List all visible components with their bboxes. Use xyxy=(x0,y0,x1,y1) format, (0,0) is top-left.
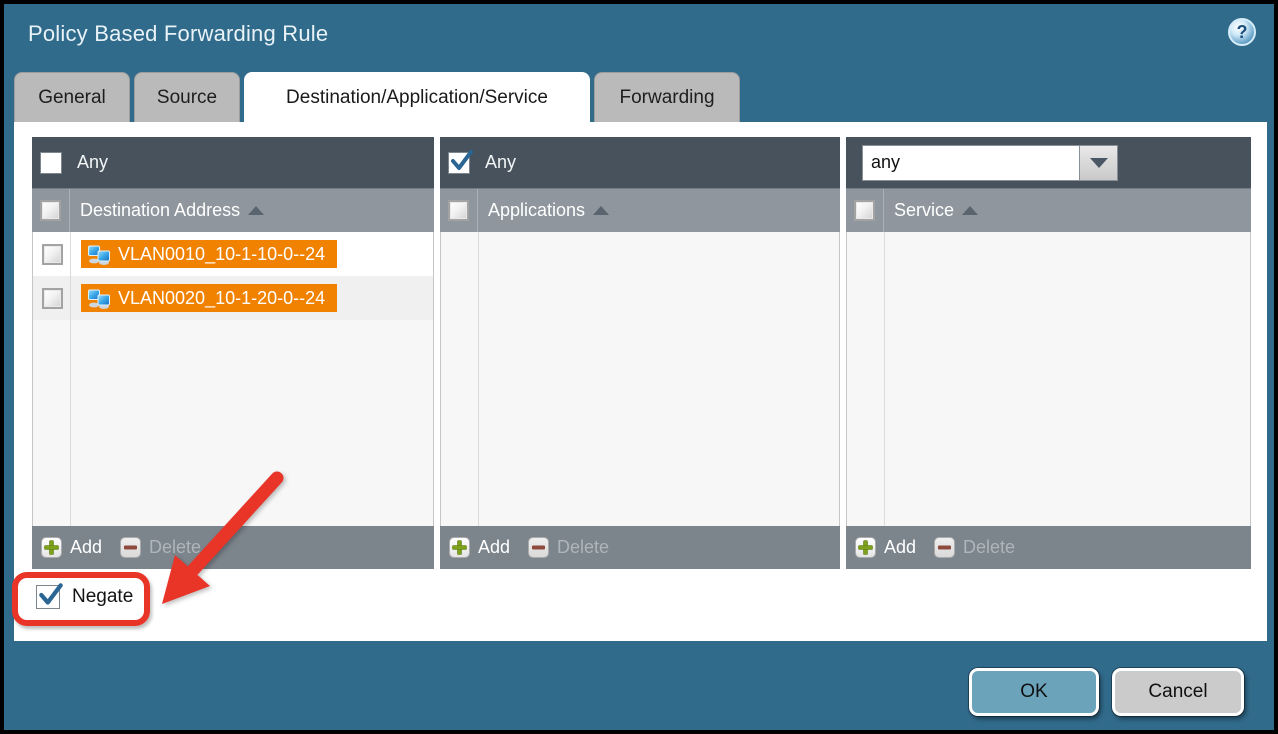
destination-list: VLAN0010_10-1-10-0--24 VLAN0020_10-1-20-… xyxy=(32,232,434,526)
dialog-title: Policy Based Forwarding Rule xyxy=(28,21,328,47)
network-address-icon xyxy=(87,287,111,309)
service-list xyxy=(846,232,1251,526)
service-panel: any Service Add xyxy=(846,137,1251,569)
applications-column-header: Applications xyxy=(440,188,840,232)
destination-any-header: Any xyxy=(32,137,434,188)
delete-minus-icon xyxy=(528,537,549,558)
tab-general[interactable]: General xyxy=(14,72,130,122)
destination-select-all-checkbox[interactable] xyxy=(40,200,61,221)
tab-forwarding[interactable]: Forwarding xyxy=(594,72,740,122)
tab-destination-application-service[interactable]: Destination/Application/Service xyxy=(244,72,590,122)
tab-bar: General Source Destination/Application/S… xyxy=(14,72,740,122)
screenshot-frame: Policy Based Forwarding Rule ? General S… xyxy=(0,0,1278,734)
checkmark-icon xyxy=(448,147,476,175)
destination-any-checkbox[interactable] xyxy=(40,152,62,174)
ok-button[interactable]: OK xyxy=(969,668,1099,716)
sort-ascending-icon xyxy=(248,206,264,215)
chevron-down-icon xyxy=(1090,158,1108,168)
sort-ascending-icon xyxy=(593,206,609,215)
applications-column-label[interactable]: Applications xyxy=(488,200,609,221)
applications-any-label: Any xyxy=(485,152,516,173)
network-address-icon xyxy=(87,243,111,265)
delete-button[interactable]: Delete xyxy=(934,537,1015,558)
add-button[interactable]: Add xyxy=(41,537,102,558)
table-row[interactable]: VLAN0020_10-1-20-0--24 xyxy=(33,276,433,320)
destination-footer: Add Delete xyxy=(32,526,434,569)
delete-button[interactable]: Delete xyxy=(528,537,609,558)
address-object-item[interactable]: VLAN0010_10-1-10-0--24 xyxy=(81,240,337,268)
delete-button[interactable]: Delete xyxy=(120,537,201,558)
destination-column-header: Destination Address xyxy=(32,188,434,232)
service-type-dropdown[interactable]: any xyxy=(862,145,1118,181)
negate-control: Negate xyxy=(36,585,133,609)
service-column-header: Service xyxy=(846,188,1251,232)
applications-any-checkbox[interactable] xyxy=(448,152,470,174)
address-object-label: VLAN0020_10-1-20-0--24 xyxy=(118,288,325,309)
add-button[interactable]: Add xyxy=(855,537,916,558)
tab-source[interactable]: Source xyxy=(134,72,240,122)
add-button[interactable]: Add xyxy=(449,537,510,558)
dropdown-button[interactable] xyxy=(1080,145,1118,181)
pbf-rule-dialog: Policy Based Forwarding Rule ? General S… xyxy=(4,4,1274,730)
add-plus-icon xyxy=(41,537,62,558)
destination-any-label: Any xyxy=(77,152,108,173)
service-dropdown-header: any xyxy=(846,137,1251,188)
tab-content-area: Any Destination Address xyxy=(14,122,1267,641)
service-select-all-checkbox[interactable] xyxy=(854,200,875,221)
applications-any-header: Any xyxy=(440,137,840,188)
table-row[interactable]: VLAN0010_10-1-10-0--24 xyxy=(33,232,433,276)
service-footer: Add Delete xyxy=(846,526,1251,569)
applications-panel: Any Applications Add xyxy=(440,137,840,569)
add-plus-icon xyxy=(855,537,876,558)
sort-ascending-icon xyxy=(962,206,978,215)
cancel-button[interactable]: Cancel xyxy=(1112,668,1244,716)
applications-footer: Add Delete xyxy=(440,526,840,569)
applications-list xyxy=(440,232,840,526)
negate-checkbox[interactable] xyxy=(36,585,60,609)
delete-minus-icon xyxy=(934,537,955,558)
delete-minus-icon xyxy=(120,537,141,558)
help-icon[interactable]: ? xyxy=(1228,18,1256,46)
address-object-item[interactable]: VLAN0020_10-1-20-0--24 xyxy=(81,284,337,312)
address-object-label: VLAN0010_10-1-10-0--24 xyxy=(118,244,325,265)
checkmark-icon xyxy=(36,580,66,610)
negate-label: Negate xyxy=(72,586,133,608)
applications-select-all-checkbox[interactable] xyxy=(448,200,469,221)
service-column-label[interactable]: Service xyxy=(894,200,978,221)
row-checkbox[interactable] xyxy=(42,244,63,265)
service-type-value[interactable]: any xyxy=(862,145,1080,181)
row-checkbox[interactable] xyxy=(42,288,63,309)
destination-address-panel: Any Destination Address xyxy=(32,137,434,569)
destination-column-label[interactable]: Destination Address xyxy=(80,200,264,221)
add-plus-icon xyxy=(449,537,470,558)
